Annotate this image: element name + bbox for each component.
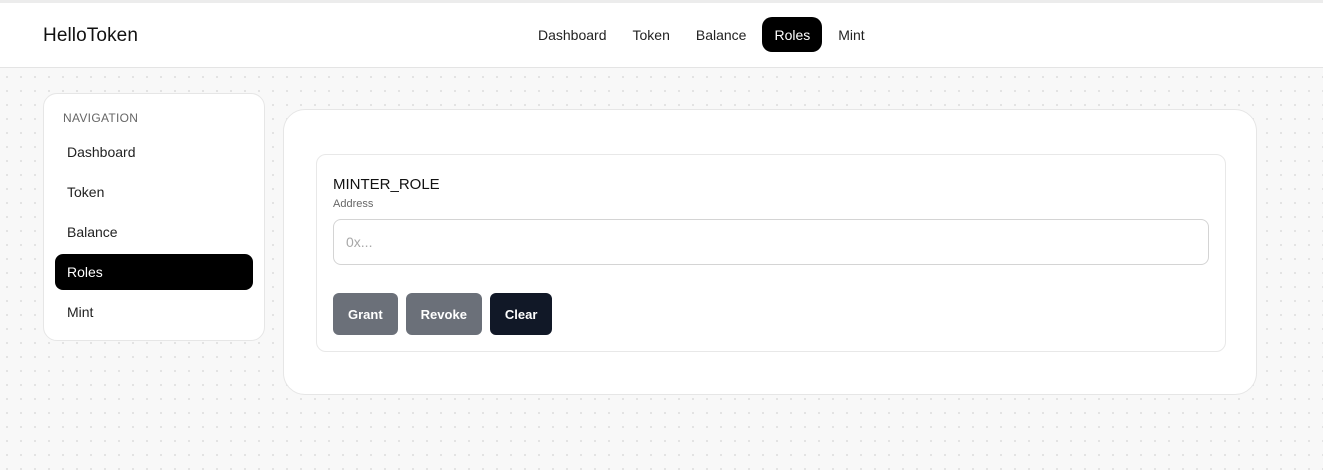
address-label: Address bbox=[333, 198, 374, 210]
main-card: MINTER_ROLE Address Grant Revoke Clear bbox=[283, 109, 1257, 395]
minter-role-panel: MINTER_ROLE Address Grant Revoke Clear bbox=[316, 154, 1226, 352]
sidebar-item-balance[interactable]: Balance bbox=[55, 214, 253, 250]
sidebar-item-mint[interactable]: Mint bbox=[55, 294, 253, 330]
sidebar-item-token[interactable]: Token bbox=[55, 174, 253, 210]
sidebar-item-roles[interactable]: Roles bbox=[55, 254, 253, 290]
topnav-item-roles[interactable]: Roles bbox=[762, 17, 823, 52]
sidebar-heading: NAVIGATION bbox=[63, 111, 139, 125]
topnav-item-dashboard[interactable]: Dashboard bbox=[525, 17, 620, 52]
revoke-button[interactable]: Revoke bbox=[405, 293, 482, 335]
sidebar-list: Dashboard Token Balance Roles Mint bbox=[55, 134, 253, 334]
topnav-item-mint[interactable]: Mint bbox=[825, 17, 877, 52]
action-buttons: Grant Revoke Clear bbox=[333, 293, 553, 335]
role-title: MINTER_ROLE bbox=[333, 176, 440, 193]
sidebar: NAVIGATION Dashboard Token Balance Roles… bbox=[43, 93, 265, 341]
clear-button[interactable]: Clear bbox=[489, 293, 553, 335]
top-header: HelloToken Dashboard Token Balance Roles… bbox=[0, 3, 1323, 68]
grant-button[interactable]: Grant bbox=[333, 293, 398, 335]
topnav-item-balance[interactable]: Balance bbox=[683, 17, 760, 52]
topnav-item-token[interactable]: Token bbox=[620, 17, 683, 52]
brand-logo-text[interactable]: HelloToken bbox=[43, 25, 138, 47]
top-nav: Dashboard Token Balance Roles Mint bbox=[525, 17, 878, 52]
address-input[interactable] bbox=[333, 219, 1209, 265]
sidebar-item-dashboard[interactable]: Dashboard bbox=[55, 134, 253, 170]
